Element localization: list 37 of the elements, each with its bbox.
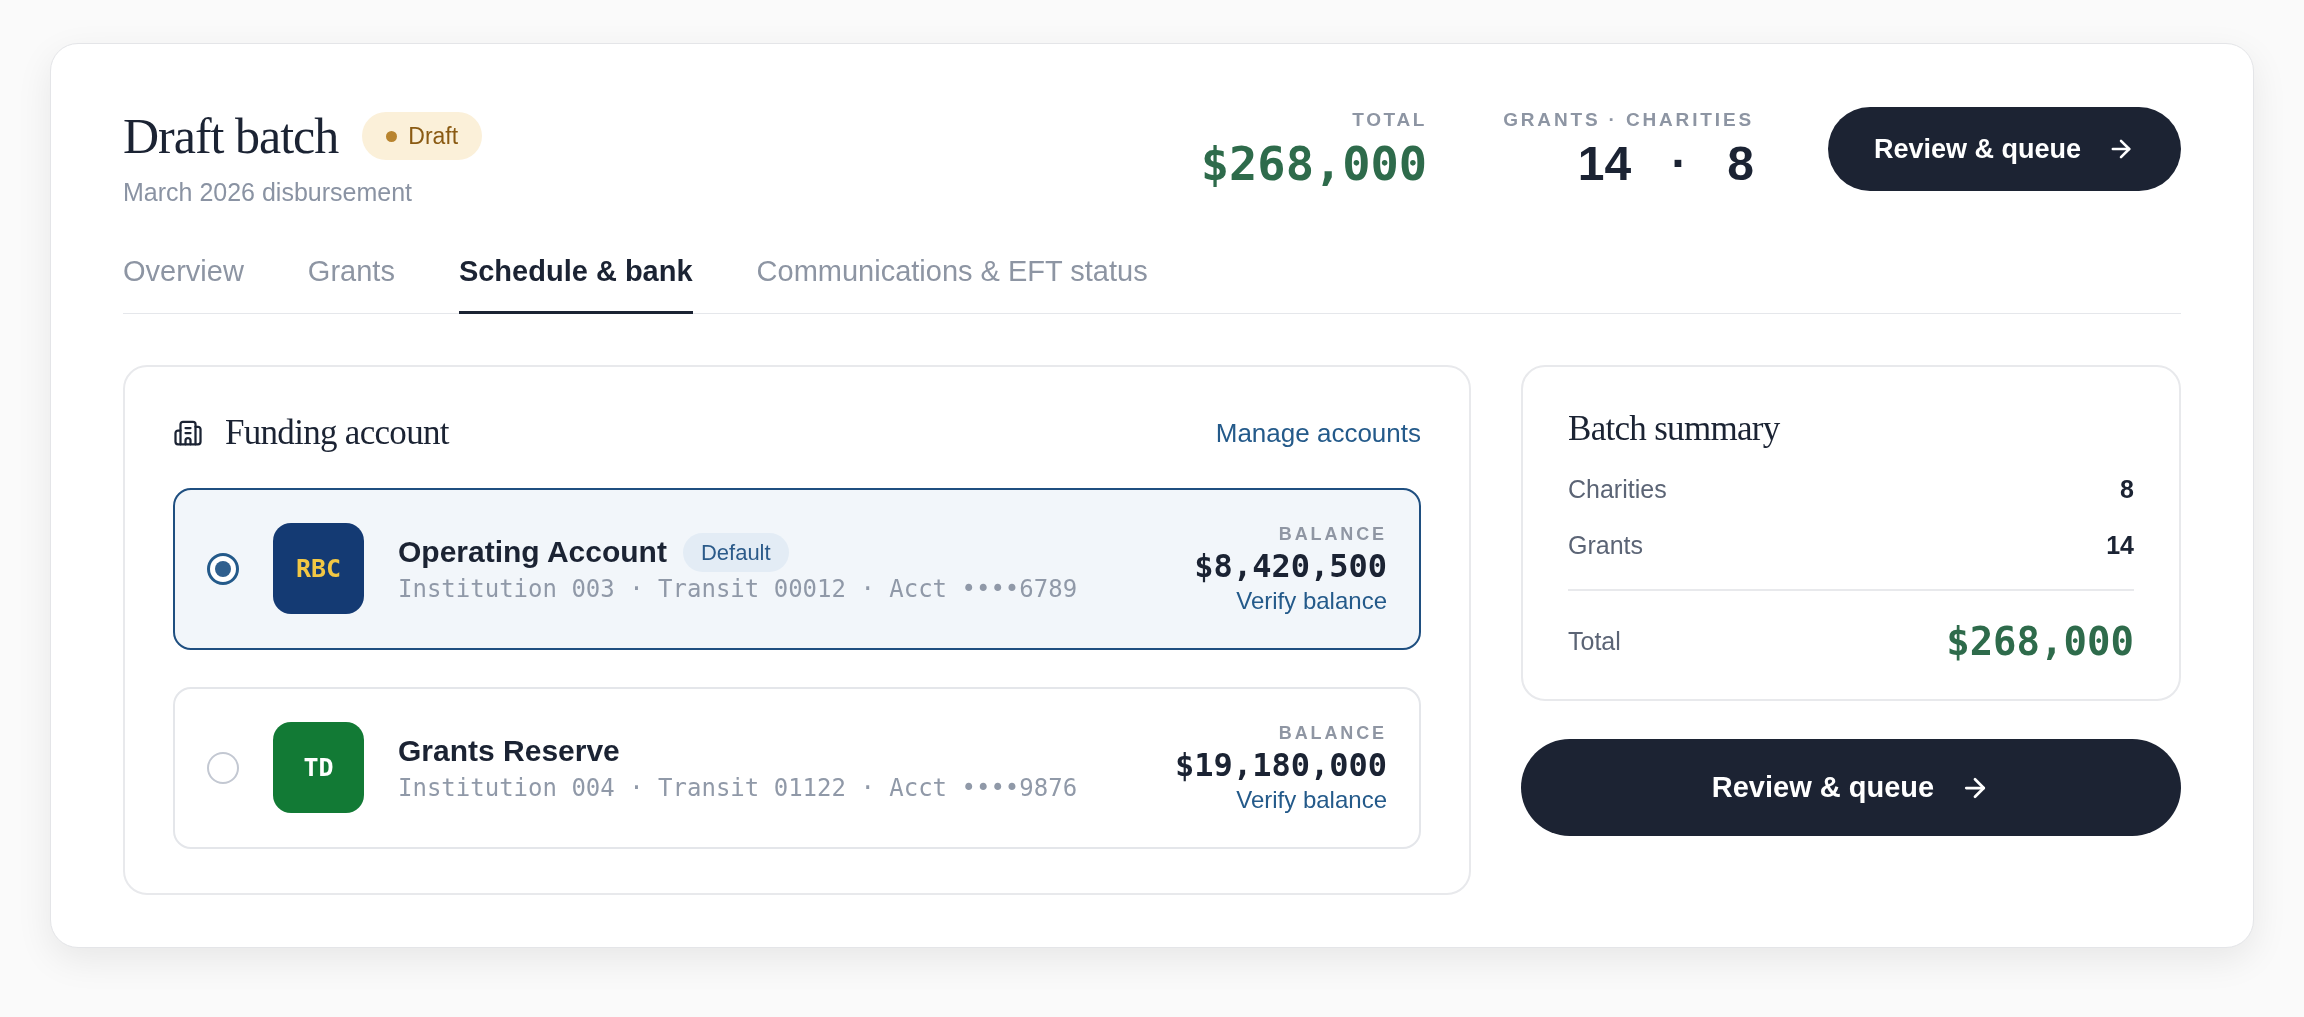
account-option[interactable]: TD Grants Reserve Institution 004 · Transit 01122 · Acct ••••9876 BALANCE $19,180,000 Verify balance [173, 686, 1421, 849]
balance-amount: $8,420,500 [1194, 545, 1387, 586]
summary-total-label: Total [1568, 626, 1621, 658]
manage-accounts-link[interactable]: Manage accounts [1215, 413, 1421, 453]
status-label: Draft [408, 121, 459, 151]
summary-label: Grants [1568, 530, 1644, 561]
radio-button[interactable] [207, 552, 239, 585]
bank-code: TD [303, 752, 334, 783]
total-amount: $268,000 [1200, 134, 1428, 193]
summary-value: 14 [2106, 530, 2134, 561]
charities-count: 8 [1727, 135, 1754, 192]
grants-count: 14 [1577, 135, 1632, 192]
account-option[interactable]: RBC Operating Account Default Institution 003 · Transit 00012 · Acct ••••6789 BALANCE $8,420,500 Verify balance [173, 487, 1421, 650]
page-title: Draft batch [123, 107, 339, 166]
default-badge: Default [682, 532, 789, 572]
account-details: Institution 004 · Transit 01122 · Acct ••••9876 [398, 773, 1079, 804]
tab[interactable]: Schedule & bank [458, 249, 693, 314]
summary-total-amount: $268,000 [1946, 618, 2134, 666]
verify-balance-link[interactable]: Verify balance [1236, 585, 1387, 616]
summary-label: Charities [1568, 474, 1667, 505]
verify-balance-link[interactable]: Verify balance [1236, 784, 1387, 815]
section-title: Funding account [225, 412, 449, 454]
total-label: TOTAL [1352, 108, 1428, 132]
review-and-queue-button[interactable]: Review & queue [1521, 739, 2181, 836]
balance-label: BALANCE [1278, 721, 1387, 745]
page-subtitle: March 2026 disbursement [123, 177, 414, 208]
review-and-queue-button[interactable]: Review & queue [1827, 107, 2181, 192]
separator-dot: · [1671, 135, 1688, 192]
balance-label: BALANCE [1278, 522, 1387, 546]
account-name: Grants Reserve [398, 733, 620, 769]
summary-value: 8 [2120, 474, 2134, 505]
balance-amount: $19,180,000 [1175, 744, 1387, 785]
counts-label: GRANTS · CHARITIES [1503, 108, 1754, 132]
bank-code: RBC [295, 553, 342, 584]
summary-title: Batch summary [1568, 408, 1781, 450]
account-details: Institution 003 · Transit 00012 · Acct ••••6789 [398, 574, 1079, 605]
account-name: Operating Account [398, 534, 667, 570]
